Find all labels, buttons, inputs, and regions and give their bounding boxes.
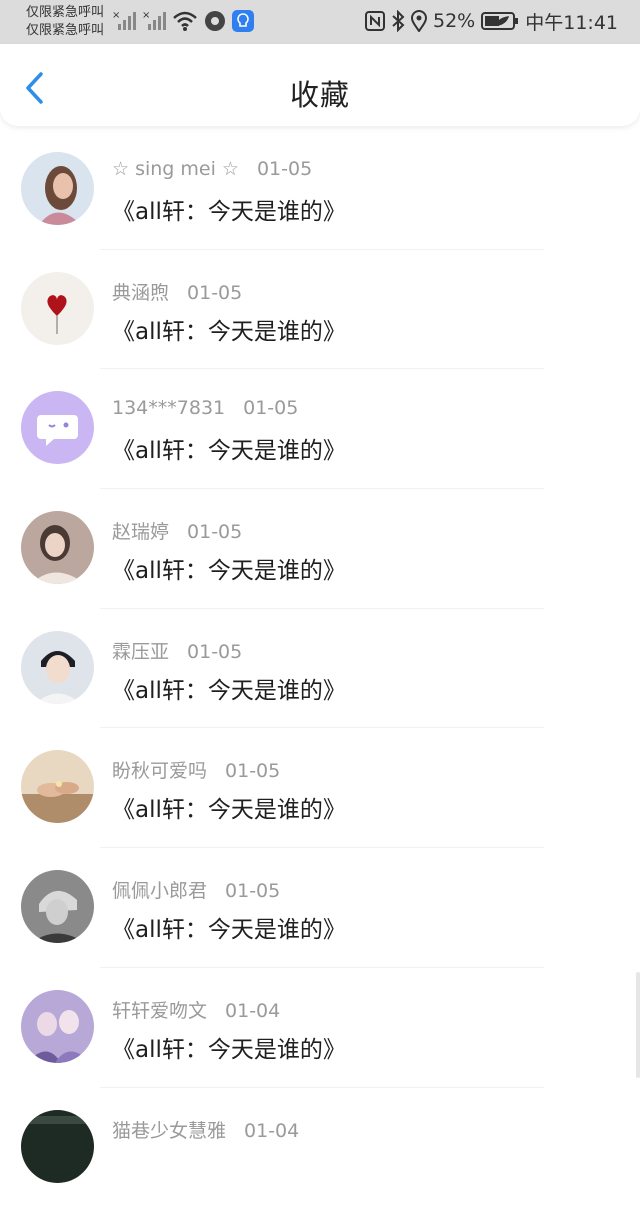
nfc-icon <box>365 11 385 31</box>
avatar[interactable] <box>21 391 94 464</box>
list-item[interactable]: 轩轩爱吻文 01-04 《all轩：今天是谁的》 <box>0 968 640 1088</box>
item-date: 01-04 <box>225 1000 280 1022</box>
status-left-icons: × × <box>112 8 254 34</box>
battery-percent: 52% <box>433 10 475 32</box>
item-meta: 霖压亚 01-05 <box>112 637 242 664</box>
page-title: 收藏 <box>0 72 640 114</box>
item-title[interactable]: 《all轩：今天是谁的》 <box>112 671 346 705</box>
author-name[interactable]: 赵瑞婷 <box>112 521 169 543</box>
status-right: 52% 中午11:41 <box>365 8 618 34</box>
author-name[interactable]: 典涵煦 <box>112 282 169 304</box>
assistant-app-icon <box>232 10 254 32</box>
author-name[interactable]: 霖压亚 <box>112 641 169 663</box>
carrier-text: 仅限紧急呼叫 仅限紧急呼叫 <box>26 4 104 40</box>
location-icon <box>411 10 427 32</box>
scrollbar[interactable] <box>636 972 640 1078</box>
item-date: 01-05 <box>187 641 242 663</box>
svg-text:×: × <box>142 10 150 21</box>
avatar[interactable] <box>21 152 94 225</box>
item-title[interactable]: 《all轩：今天是谁的》 <box>112 551 346 585</box>
list-item[interactable]: 猫巷少女慧雅 01-04 <box>0 1088 640 1207</box>
list-item[interactable]: 霖压亚 01-05 《all轩：今天是谁的》 <box>0 609 640 729</box>
author-name[interactable]: 轩轩爱吻文 <box>112 1000 207 1022</box>
avatar[interactable] <box>21 990 94 1063</box>
svg-text:×: × <box>112 10 120 21</box>
avatar[interactable] <box>21 1110 94 1183</box>
item-date: 01-05 <box>225 760 280 782</box>
item-meta: 猫巷少女慧雅 01-04 <box>112 1116 299 1143</box>
author-name[interactable]: 猫巷少女慧雅 <box>112 1120 226 1142</box>
author-name[interactable]: 134***7831 <box>112 397 225 419</box>
item-title[interactable]: 《all轩：今天是谁的》 <box>112 910 346 944</box>
item-title[interactable]: 《all轩：今天是谁的》 <box>112 312 346 346</box>
avatar[interactable] <box>21 870 94 943</box>
item-meta: ☆ sing mei ☆ 01-05 <box>112 158 312 180</box>
item-date: 01-05 <box>225 880 280 902</box>
avatar[interactable] <box>21 272 94 345</box>
wifi-icon <box>172 10 198 32</box>
nav-bar: 收藏 <box>0 44 640 126</box>
author-name[interactable]: 佩佩小郎君 <box>112 880 207 902</box>
item-meta: 轩轩爱吻文 01-04 <box>112 996 280 1023</box>
favorites-list: ☆ sing mei ☆ 01-05 《all轩：今天是谁的》 典涵煦 01-05 … <box>0 130 640 1207</box>
list-item[interactable]: 赵瑞婷 01-05 《all轩：今天是谁的》 <box>0 489 640 609</box>
item-meta: 赵瑞婷 01-05 <box>112 517 242 544</box>
battery-icon <box>481 11 519 31</box>
avatar[interactable] <box>21 511 94 584</box>
clock: 中午11:41 <box>525 8 618 35</box>
signal-icon: × <box>112 10 136 32</box>
item-meta: 盼秋可爱吗 01-05 <box>112 756 280 783</box>
item-meta: 134***7831 01-05 <box>112 397 298 419</box>
item-date: 01-05 <box>187 521 242 543</box>
status-bar: 仅限紧急呼叫 仅限紧急呼叫 × × <box>0 0 640 44</box>
item-date: 01-05 <box>257 158 312 180</box>
list-item[interactable]: 佩佩小郎君 01-05 《all轩：今天是谁的》 <box>0 848 640 968</box>
bluetooth-icon <box>391 10 405 32</box>
item-date: 01-04 <box>244 1120 299 1142</box>
avatar[interactable] <box>21 631 94 704</box>
item-title[interactable]: 《all轩：今天是谁的》 <box>112 790 346 824</box>
item-meta: 佩佩小郎君 01-05 <box>112 876 280 903</box>
author-name[interactable]: 盼秋可爱吗 <box>112 760 207 782</box>
signal-icon-2: × <box>142 10 166 32</box>
list-item[interactable]: 134***7831 01-05 《all轩：今天是谁的》 <box>0 369 640 489</box>
carrier-line-2: 仅限紧急呼叫 <box>26 22 104 40</box>
item-meta: 典涵煦 01-05 <box>112 278 242 305</box>
avatar[interactable] <box>21 750 94 823</box>
list-item[interactable]: 盼秋可爱吗 01-05 《all轩：今天是谁的》 <box>0 728 640 848</box>
item-title[interactable]: 《all轩：今天是谁的》 <box>112 431 346 465</box>
app-notification-icon <box>204 10 226 32</box>
list-item[interactable]: 典涵煦 01-05 《all轩：今天是谁的》 <box>0 250 640 370</box>
item-title[interactable]: 《all轩：今天是谁的》 <box>112 1030 346 1064</box>
list-item[interactable]: ☆ sing mei ☆ 01-05 《all轩：今天是谁的》 <box>0 130 640 250</box>
item-date: 01-05 <box>187 282 242 304</box>
carrier-line-1: 仅限紧急呼叫 <box>26 4 104 22</box>
author-name[interactable]: ☆ sing mei ☆ <box>112 158 239 180</box>
item-date: 01-05 <box>243 397 298 419</box>
item-title[interactable]: 《all轩：今天是谁的》 <box>112 192 346 226</box>
